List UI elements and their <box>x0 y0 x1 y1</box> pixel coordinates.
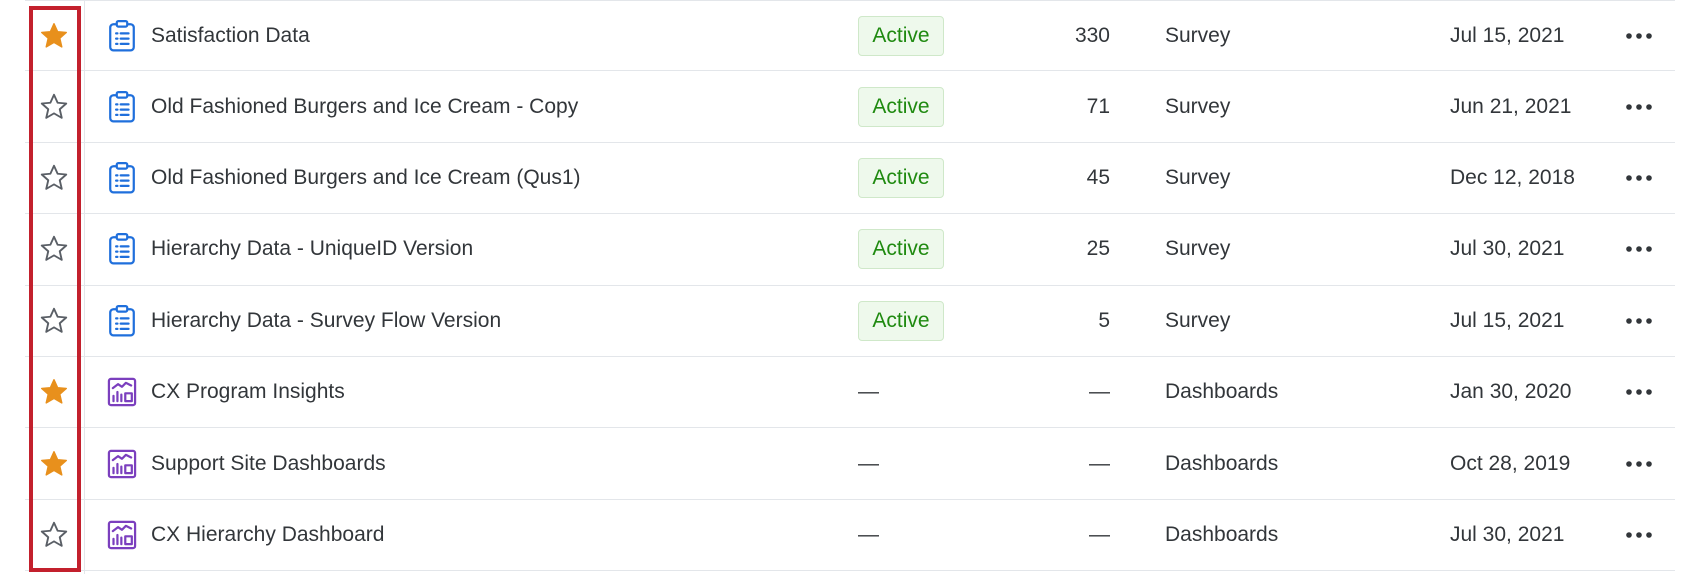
response-count: — <box>1089 451 1110 475</box>
project-name[interactable]: Hierarchy Data - Survey Flow Version <box>151 286 501 356</box>
project-status: Active <box>858 1 944 70</box>
clipboard-icon <box>102 71 142 141</box>
project-name[interactable]: Old Fashioned Burgers and Ice Cream - Co… <box>151 71 578 141</box>
star-outline-icon[interactable] <box>31 286 77 356</box>
last-modified: Oct 28, 2019 <box>1450 451 1571 475</box>
more-options-icon[interactable] <box>1615 357 1663 427</box>
project-name[interactable]: Support Site Dashboards <box>151 428 386 498</box>
project-type: Dashboards <box>1165 380 1279 404</box>
more-options-icon[interactable] <box>1615 428 1663 498</box>
response-count: 330 <box>1074 23 1110 47</box>
last-modified: Dec 12, 2018 <box>1450 165 1575 189</box>
project-status: Active <box>858 71 944 141</box>
last-modified: Jun 21, 2021 <box>1450 94 1572 118</box>
table-row[interactable]: CX Program Insights — — Dashboards Jan 3… <box>25 357 1675 429</box>
project-type: Survey <box>1165 94 1231 118</box>
response-count: 45 <box>1086 165 1110 189</box>
project-name[interactable]: Old Fashioned Burgers and Ice Cream (Qus… <box>151 143 581 213</box>
last-modified: Jan 30, 2020 <box>1450 380 1572 404</box>
table-row[interactable]: Support Site Dashboards — — Dashboards O… <box>25 428 1675 500</box>
project-status: Active <box>858 143 944 213</box>
status-empty: — <box>858 380 879 404</box>
table-row[interactable]: Old Fashioned Burgers and Ice Cream - Co… <box>25 71 1675 143</box>
project-type: Survey <box>1165 23 1231 47</box>
clipboard-icon <box>102 214 142 284</box>
more-options-icon[interactable] <box>1615 143 1663 213</box>
response-count: 25 <box>1086 237 1110 261</box>
response-count: 71 <box>1086 94 1110 118</box>
status-badge: Active <box>858 229 944 270</box>
more-options-icon[interactable] <box>1615 286 1663 356</box>
status-badge: Active <box>858 157 944 198</box>
table-row[interactable]: Old Fashioned Burgers and Ice Cream (Qus… <box>25 143 1675 215</box>
project-status: Active <box>858 286 944 356</box>
more-options-icon[interactable] <box>1615 71 1663 141</box>
last-modified: Jul 30, 2021 <box>1450 237 1565 261</box>
table-row[interactable]: Hierarchy Data - Survey Flow Version Act… <box>25 286 1675 357</box>
dashboard-icon <box>102 500 142 570</box>
project-type: Dashboards <box>1165 522 1279 546</box>
project-list: Satisfaction Data Active 330 Survey Jul … <box>25 0 1675 572</box>
status-badge: Active <box>858 300 944 341</box>
dashboard-icon <box>102 357 142 427</box>
last-modified: Jul 30, 2021 <box>1450 522 1565 546</box>
last-modified: Jul 15, 2021 <box>1450 23 1565 47</box>
project-status: Active <box>858 214 944 284</box>
star-outline-icon[interactable] <box>31 214 77 284</box>
more-options-icon[interactable] <box>1615 214 1663 284</box>
star-outline-icon[interactable] <box>31 143 77 213</box>
project-name[interactable]: CX Hierarchy Dashboard <box>151 500 384 570</box>
status-empty: — <box>858 451 879 475</box>
last-modified: Jul 15, 2021 <box>1450 308 1565 332</box>
project-type: Survey <box>1165 237 1231 261</box>
dashboard-icon <box>102 428 142 498</box>
clipboard-icon <box>102 1 142 70</box>
project-status: — <box>858 357 879 427</box>
table-row[interactable]: Satisfaction Data Active 330 Survey Jul … <box>25 0 1675 72</box>
table-row[interactable]: Hierarchy Data - UniqueID Version Active… <box>25 214 1675 286</box>
table-row[interactable]: CX Hierarchy Dashboard — — Dashboards Ju… <box>25 500 1675 572</box>
clipboard-icon <box>102 143 142 213</box>
project-type: Survey <box>1165 308 1231 332</box>
star-outline-icon[interactable] <box>31 71 77 141</box>
star-filled-icon[interactable] <box>31 428 77 498</box>
more-options-icon[interactable] <box>1615 500 1663 570</box>
response-count: — <box>1089 380 1110 404</box>
project-type: Survey <box>1165 165 1231 189</box>
response-count: 5 <box>1098 308 1110 332</box>
project-name[interactable]: Hierarchy Data - UniqueID Version <box>151 214 473 284</box>
response-count: — <box>1089 522 1110 546</box>
status-empty: — <box>858 522 879 546</box>
status-badge: Active <box>858 86 944 127</box>
star-outline-icon[interactable] <box>31 500 77 570</box>
column-divider <box>84 0 85 574</box>
project-status: — <box>858 500 879 570</box>
clipboard-icon <box>102 286 142 356</box>
star-filled-icon[interactable] <box>31 357 77 427</box>
more-options-icon[interactable] <box>1615 1 1663 70</box>
project-status: — <box>858 428 879 498</box>
status-badge: Active <box>858 15 944 56</box>
project-name[interactable]: Satisfaction Data <box>151 1 310 70</box>
star-filled-icon[interactable] <box>31 1 77 70</box>
project-type: Dashboards <box>1165 451 1279 475</box>
project-name[interactable]: CX Program Insights <box>151 357 345 427</box>
